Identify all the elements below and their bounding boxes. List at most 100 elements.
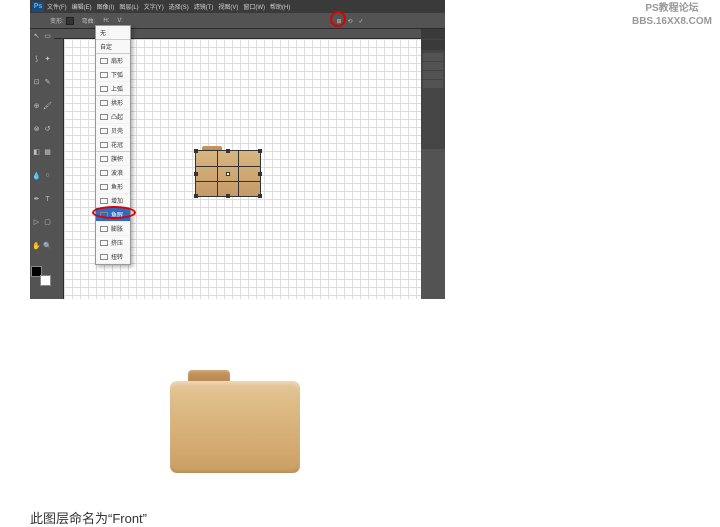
warp-option-6[interactable]: 凸起	[96, 110, 130, 124]
blur-tool-icon[interactable]: 💧	[31, 170, 42, 181]
warp-option-15[interactable]: 挤压	[96, 236, 130, 250]
dodge-tool-icon[interactable]: ○	[42, 170, 53, 181]
warp-option-8[interactable]: 花冠	[96, 138, 130, 152]
menu-select[interactable]: 选择(S)	[169, 2, 189, 11]
warp-preset-icon	[100, 100, 108, 106]
handle-mid-left[interactable]	[194, 172, 198, 176]
warp-option-label: 花冠	[111, 140, 123, 149]
warp-label: 变形:	[50, 16, 74, 25]
warp-option-1[interactable]: 自定	[96, 40, 130, 54]
warp-confirm-icon[interactable]: ✓	[357, 17, 365, 25]
history-brush-icon[interactable]: ↺	[42, 123, 53, 134]
warp-option-label: 无	[100, 28, 106, 37]
brush-tool-icon[interactable]: 🖌	[42, 100, 53, 111]
menu-window[interactable]: 窗口(W)	[243, 2, 265, 11]
menu-view[interactable]: 视图(V)	[218, 2, 238, 11]
result-folder-preview	[170, 370, 300, 475]
warp-style-dropdown[interactable]: 无自定扇形下弧上弧拱形凸起贝壳花冠旗帜波浪鱼形增加鱼眼膨胀挤压扭转	[95, 25, 131, 265]
wand-tool-icon[interactable]: ✦	[42, 53, 53, 64]
warp-preset-icon	[100, 128, 108, 134]
handle-bot-mid[interactable]	[226, 194, 230, 198]
warp-option-2[interactable]: 扇形	[96, 54, 130, 68]
menu-image[interactable]: 图像(I)	[97, 2, 115, 11]
gradient-tool-icon[interactable]: ▦	[42, 147, 53, 158]
result-folder-body	[170, 381, 300, 473]
handle-bot-left[interactable]	[194, 194, 198, 198]
stamp-tool-icon[interactable]: ⊗	[31, 123, 42, 134]
warp-option-label: 下弧	[111, 70, 123, 79]
menu-help[interactable]: 帮助(H)	[270, 2, 290, 11]
menu-type[interactable]: 文字(Y)	[144, 2, 164, 11]
warp-preset-icon	[100, 254, 108, 260]
right-panels	[421, 29, 445, 149]
menu-file[interactable]: 文件(F)	[47, 2, 67, 11]
warp-option-label: 挤压	[111, 238, 123, 247]
move-tool-icon[interactable]: ↖	[31, 30, 42, 41]
layer-row[interactable]	[423, 53, 443, 61]
menu-layer[interactable]: 图层(L)	[119, 2, 138, 11]
warp-option-label: 波浪	[111, 168, 123, 177]
warp-option-5[interactable]: 拱形	[96, 96, 130, 110]
layer-row[interactable]	[423, 71, 443, 79]
toolbar: ↖ ▭ ⟆ ✦ ⊡ ✎ ⊕ 🖌 ⊗ ↺ ◧ ▦ 💧 ○ ✒ T ▷ ▢ ✋ 🔍	[30, 29, 54, 299]
warp-option-0[interactable]: 无	[96, 26, 130, 40]
layer-row[interactable]	[423, 80, 443, 88]
warp-option-label: 膨胀	[111, 224, 123, 233]
handle-bot-right[interactable]	[258, 194, 262, 198]
heal-tool-icon[interactable]: ⊕	[31, 100, 42, 111]
handle-top-right[interactable]	[258, 149, 262, 153]
ruler-vertical	[54, 39, 64, 299]
warp-option-label: 旗帜	[111, 154, 123, 163]
warp-orient-icon[interactable]: ⟲	[346, 17, 354, 25]
warp-option-7[interactable]: 贝壳	[96, 124, 130, 138]
warp-option-13[interactable]: 鱼眼	[96, 208, 130, 222]
warp-transform-box[interactable]	[195, 150, 261, 197]
menubar: Ps 文件(F) 编辑(E) 图像(I) 图层(L) 文字(Y) 选择(S) 滤…	[30, 0, 445, 13]
warp-option-label: 贝壳	[111, 126, 123, 135]
background-color[interactable]	[40, 275, 51, 286]
handle-center[interactable]	[226, 172, 230, 176]
crop-tool-icon[interactable]: ⊡	[31, 77, 42, 88]
pen-tool-icon[interactable]: ✒	[31, 194, 42, 205]
shape-tool-icon[interactable]: ▢	[42, 217, 53, 228]
layer-row[interactable]	[423, 62, 443, 70]
panel-tab-1[interactable]	[421, 29, 445, 39]
layers-panel	[421, 51, 445, 91]
hand-tool-icon[interactable]: ✋	[31, 240, 42, 251]
panel-tab-2[interactable]	[421, 40, 445, 50]
folder-shape-on-canvas[interactable]	[196, 146, 260, 196]
lasso-tool-icon[interactable]: ⟆	[31, 53, 42, 64]
bend-label: 弯曲:	[82, 16, 96, 25]
eraser-tool-icon[interactable]: ◧	[31, 147, 42, 158]
warp-option-10[interactable]: 波浪	[96, 166, 130, 180]
color-swatches[interactable]	[31, 266, 51, 286]
warp-preset-icon	[100, 170, 108, 176]
zoom-tool-icon[interactable]: 🔍	[42, 240, 53, 251]
warp-preset-icon	[100, 58, 108, 64]
warp-option-16[interactable]: 扭转	[96, 250, 130, 264]
handle-top-left[interactable]	[194, 149, 198, 153]
warp-preset-icon	[100, 86, 108, 92]
warp-option-3[interactable]: 下弧	[96, 68, 130, 82]
menu-items: 文件(F) 编辑(E) 图像(I) 图层(L) 文字(Y) 选择(S) 滤镜(T…	[47, 2, 290, 11]
v-label: V:	[117, 18, 122, 24]
marquee-tool-icon[interactable]: ▭	[42, 30, 53, 41]
warp-option-4[interactable]: 上弧	[96, 82, 130, 96]
warp-preset-icon	[100, 114, 108, 120]
warp-option-label: 鱼眼	[111, 210, 123, 219]
handle-top-mid[interactable]	[226, 149, 230, 153]
menu-edit[interactable]: 编辑(E)	[72, 2, 92, 11]
warp-option-12[interactable]: 增加	[96, 194, 130, 208]
warp-option-9[interactable]: 旗帜	[96, 152, 130, 166]
warp-option-14[interactable]: 膨胀	[96, 222, 130, 236]
menu-filter[interactable]: 滤镜(T)	[194, 2, 214, 11]
ps-logo-icon: Ps	[32, 2, 44, 12]
annotation-red-circle	[330, 11, 346, 27]
result-folder-shape	[170, 370, 300, 475]
warp-option-11[interactable]: 鱼形	[96, 180, 130, 194]
eyedropper-tool-icon[interactable]: ✎	[42, 77, 53, 88]
type-tool-icon[interactable]: T	[42, 194, 53, 205]
handle-mid-right[interactable]	[258, 172, 262, 176]
h-label: H:	[103, 18, 109, 24]
path-tool-icon[interactable]: ▷	[31, 217, 42, 228]
